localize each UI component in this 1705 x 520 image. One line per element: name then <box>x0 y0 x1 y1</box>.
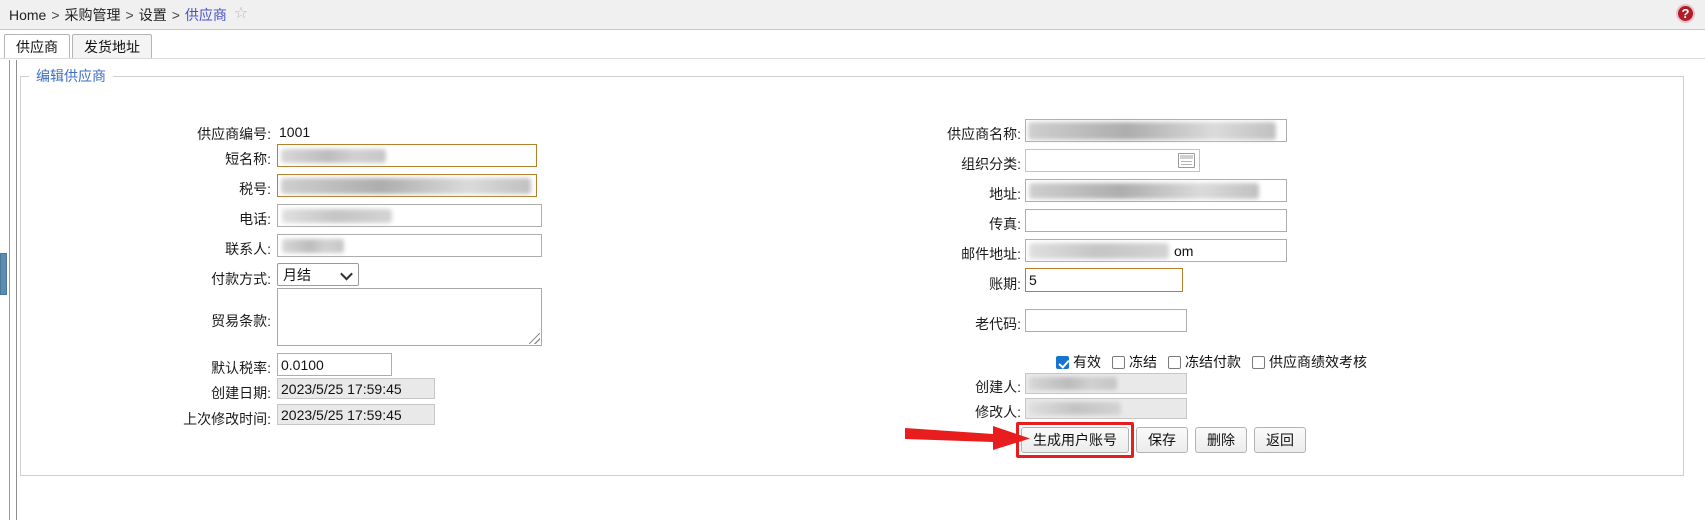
default-tax-rate-input[interactable]: 0.0100 <box>277 353 392 376</box>
payment-period-value: 5 <box>1029 272 1037 288</box>
label-supplier-name: 供应商名称: <box>947 126 1021 142</box>
redaction-block <box>1029 183 1259 199</box>
breadcrumb-item-settings[interactable]: 设置 <box>139 5 167 25</box>
contact-input[interactable] <box>277 234 542 257</box>
delete-button[interactable]: 删除 <box>1195 427 1247 453</box>
generate-user-account-button[interactable]: 生成用户账号 <box>1021 427 1129 453</box>
supplier-name-input[interactable] <box>1025 119 1287 142</box>
label-email: 邮件地址: <box>961 246 1021 262</box>
breadcrumb-item-supplier[interactable]: 供应商 <box>185 5 227 25</box>
org-category-input[interactable] <box>1025 149 1200 172</box>
redaction-block <box>1029 377 1117 390</box>
checkbox-item-active[interactable]: 有效 <box>1056 352 1101 372</box>
value-supplier-no: 1001 <box>279 124 311 140</box>
breadcrumb-separator: > <box>51 6 60 23</box>
created-date-field: 2023/5/25 17:59:45 <box>277 378 435 399</box>
edge-divider <box>16 60 17 520</box>
label-created-by: 创建人: <box>975 379 1021 395</box>
checkbox-performance-review-label: 供应商绩效考核 <box>1269 354 1367 370</box>
breadcrumb-item-purchasing[interactable]: 采购管理 <box>65 5 121 25</box>
default-tax-rate-value: 0.0100 <box>281 356 324 373</box>
label-phone: 电话: <box>239 211 271 227</box>
form-action-buttons: 生成用户账号 保存 删除 返回 <box>1016 422 1313 458</box>
generate-user-account-wrap: 生成用户账号 <box>1016 422 1136 458</box>
breadcrumb: Home > 采购管理 > 设置 > 供应商 ☆ <box>0 0 1705 30</box>
tab-underline <box>0 58 1705 59</box>
grid-picker-icon[interactable] <box>1178 153 1195 168</box>
checkbox-item-frozen[interactable]: 冻结 <box>1112 352 1157 372</box>
redaction-block <box>1029 243 1169 259</box>
label-fax: 传真: <box>989 216 1021 232</box>
tab-shipping-address[interactable]: 发货地址 <box>72 34 152 59</box>
created-date-value: 2023/5/25 17:59:45 <box>281 380 402 397</box>
modified-by-field <box>1025 398 1187 419</box>
phone-input[interactable] <box>277 204 542 227</box>
last-modified-value: 2023/5/25 17:59:45 <box>281 406 402 423</box>
star-outline-icon[interactable]: ☆ <box>234 5 248 22</box>
label-contact: 联系人: <box>225 241 271 257</box>
left-edge-drag-handle[interactable] <box>0 253 7 295</box>
tax-no-input[interactable] <box>277 174 537 197</box>
label-trade-terms: 贸易条款: <box>211 313 271 329</box>
tab-shipping-address-label: 发货地址 <box>84 39 140 55</box>
status-checkbox-row: 有效 冻结 冻结付款 供应商绩效考核 <box>1056 352 1378 372</box>
chevron-down-icon <box>340 267 353 280</box>
label-default-tax-rate: 默认税率: <box>211 360 271 376</box>
email-visible-suffix: om <box>1174 242 1194 259</box>
address-input[interactable] <box>1025 179 1287 202</box>
annotation-red-arrow <box>905 426 1030 450</box>
redaction-block <box>282 239 344 253</box>
label-payment-method: 付款方式: <box>211 271 271 287</box>
resize-grip-icon[interactable] <box>529 333 540 344</box>
redaction-block <box>1028 122 1276 140</box>
checkbox-item-performance-review[interactable]: 供应商绩效考核 <box>1252 352 1367 372</box>
label-address: 地址: <box>989 186 1021 202</box>
checkbox-frozen-box[interactable] <box>1112 355 1125 369</box>
tab-supplier-label: 供应商 <box>16 39 58 55</box>
checkbox-performance-review-box[interactable] <box>1252 355 1265 369</box>
payment-method-select[interactable]: 月结 <box>277 263 359 286</box>
checkbox-item-frozen-payment[interactable]: 冻结付款 <box>1168 352 1241 372</box>
edge-divider <box>9 60 10 520</box>
payment-period-input[interactable]: 5 <box>1025 268 1183 292</box>
panel-legend: 编辑供应商 <box>29 66 113 86</box>
checkbox-frozen-payment-box[interactable] <box>1168 355 1181 369</box>
trade-terms-textarea[interactable] <box>277 288 542 346</box>
label-modified-by: 修改人: <box>975 404 1021 420</box>
label-short-name: 短名称: <box>225 151 271 167</box>
tab-supplier[interactable]: 供应商 <box>4 34 70 59</box>
label-org-category: 组织分类: <box>961 156 1021 172</box>
redaction-block <box>281 149 386 163</box>
created-by-field <box>1025 373 1187 394</box>
supplier-edit-page: Home > 采购管理 > 设置 > 供应商 ☆ ? 供应商 发货地址 编辑供应… <box>0 0 1705 520</box>
help-question-icon[interactable]: ? <box>1676 4 1695 23</box>
checkbox-frozen-label: 冻结 <box>1129 354 1157 370</box>
breadcrumb-separator: > <box>125 6 134 23</box>
redaction-block <box>282 209 392 223</box>
short-name-input[interactable] <box>277 144 537 167</box>
fax-input[interactable] <box>1025 209 1287 232</box>
label-last-modified: 上次修改时间: <box>183 411 271 427</box>
tab-bar: 供应商 发货地址 <box>0 30 1705 59</box>
breadcrumb-separator: > <box>171 6 180 23</box>
label-created-date: 创建日期: <box>211 385 271 401</box>
edit-supplier-panel: 编辑供应商 供应商编号: 1001 短名称: 税号: 电话: 联系人: 付款方式… <box>20 66 1684 476</box>
old-code-input[interactable] <box>1025 309 1187 332</box>
label-payment-period: 账期: <box>989 276 1021 292</box>
payment-method-value: 月结 <box>283 266 311 283</box>
redaction-block <box>1029 402 1121 415</box>
checkbox-frozen-payment-label: 冻结付款 <box>1185 354 1241 370</box>
label-supplier-no: 供应商编号: <box>197 126 271 142</box>
label-old-code: 老代码: <box>975 316 1021 332</box>
redaction-block <box>281 178 531 194</box>
email-input[interactable]: om <box>1025 239 1287 262</box>
last-modified-field: 2023/5/25 17:59:45 <box>277 404 435 425</box>
label-tax-no: 税号: <box>239 181 271 197</box>
checkbox-active-box[interactable] <box>1056 355 1069 369</box>
checkbox-active-label: 有效 <box>1073 354 1101 370</box>
save-button[interactable]: 保存 <box>1136 427 1188 453</box>
breadcrumb-item-home[interactable]: Home <box>9 7 46 23</box>
back-button[interactable]: 返回 <box>1254 427 1306 453</box>
